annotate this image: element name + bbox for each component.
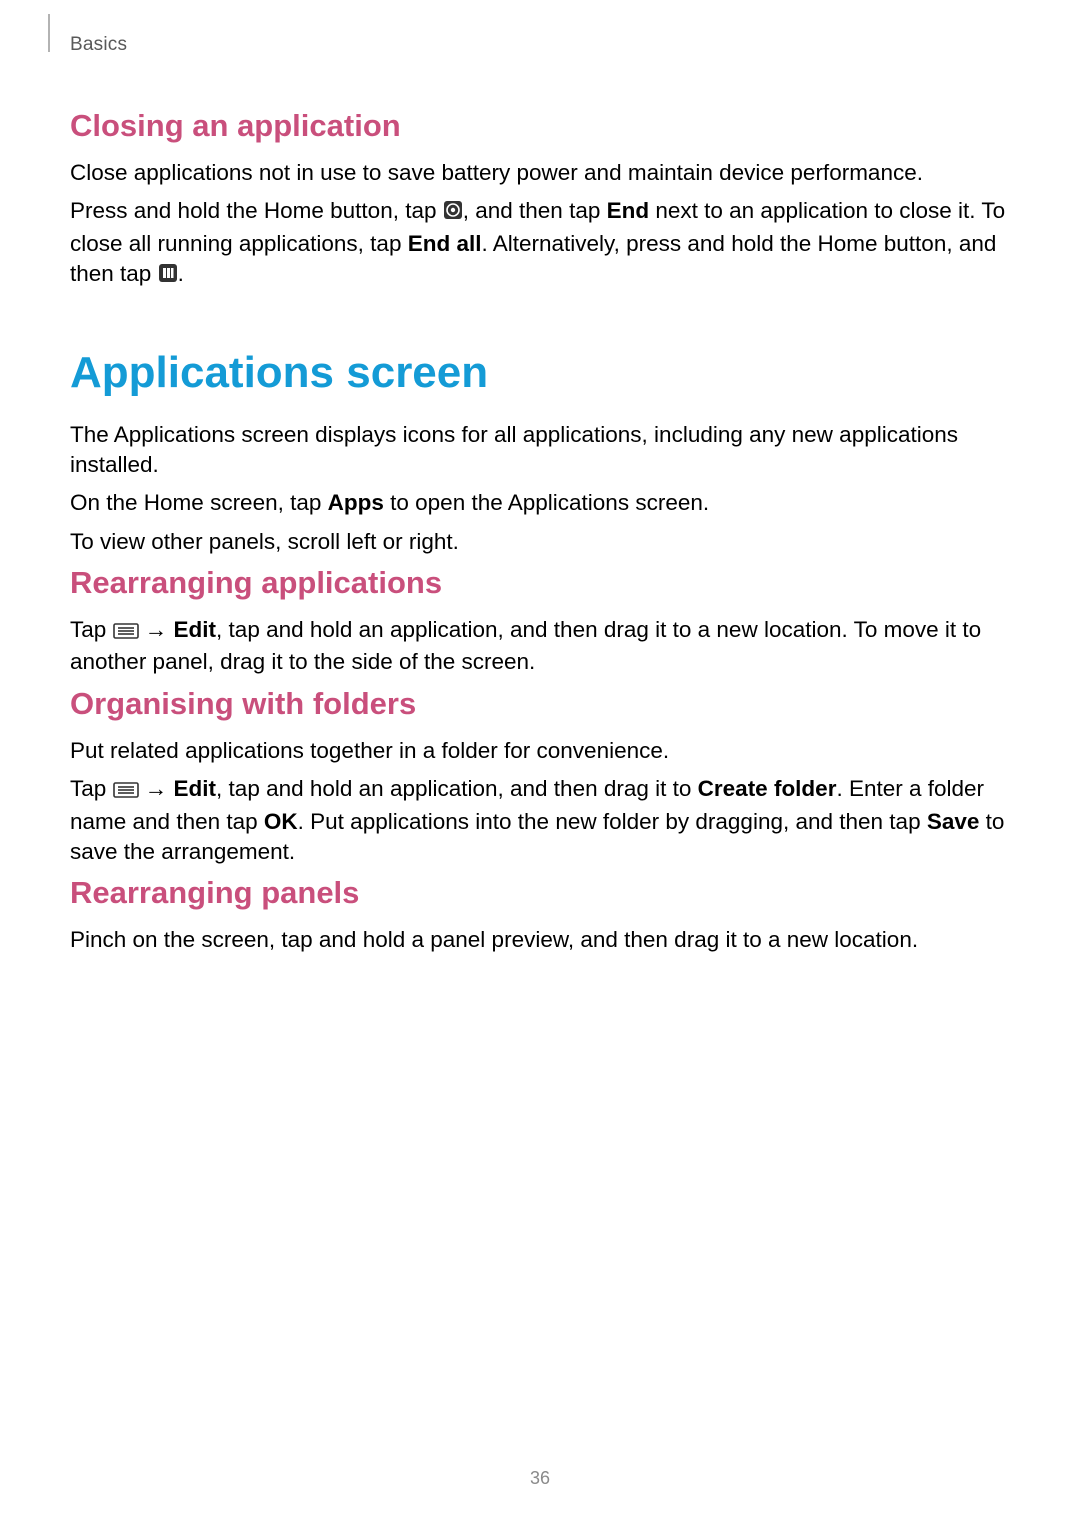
bold-apps: Apps — [328, 490, 384, 515]
bold-edit: Edit — [174, 776, 217, 801]
paragraph: The Applications screen displays icons f… — [70, 420, 1010, 481]
heading-organising-folders: Organising with folders — [70, 686, 1010, 722]
text: , and then tap — [463, 198, 607, 223]
close-all-icon — [158, 261, 178, 291]
text: On the Home screen, tap — [70, 490, 328, 515]
header-rule — [48, 14, 50, 52]
text: Tap — [70, 617, 113, 642]
paragraph: On the Home screen, tap Apps to open the… — [70, 488, 1010, 518]
bold-end-all: End all — [408, 231, 482, 256]
bold-end: End — [607, 198, 650, 223]
text: . Put applications into the new folder b… — [298, 809, 927, 834]
task-manager-icon — [443, 198, 463, 228]
text: Tap — [70, 776, 113, 801]
bold-ok: OK — [264, 809, 298, 834]
page-number: 36 — [0, 1468, 1080, 1489]
menu-icon — [113, 776, 139, 806]
heading-closing-application: Closing an application — [70, 108, 1010, 144]
text: to open the Applications screen. — [384, 490, 709, 515]
paragraph: Tap → Edit, tap and hold an application,… — [70, 615, 1010, 678]
bold-create-folder: Create folder — [698, 776, 837, 801]
heading-applications-screen: Applications screen — [70, 348, 1010, 398]
paragraph: To view other panels, scroll left or rig… — [70, 527, 1010, 557]
text: , tap and hold an application, and then … — [216, 776, 698, 801]
menu-icon — [113, 617, 139, 647]
arrow: → — [139, 776, 174, 801]
paragraph: Tap → Edit, tap and hold an application,… — [70, 774, 1010, 867]
heading-rearranging-applications: Rearranging applications — [70, 565, 1010, 601]
page-content: Closing an application Close application… — [70, 100, 1010, 964]
arrow: → — [139, 617, 174, 642]
bold-save: Save — [927, 809, 980, 834]
text: Press and hold the Home button, tap — [70, 198, 443, 223]
paragraph: Pinch on the screen, tap and hold a pane… — [70, 925, 1010, 955]
header-section-label: Basics — [70, 34, 127, 56]
paragraph: Press and hold the Home button, tap , an… — [70, 196, 1010, 291]
paragraph: Put related applications together in a f… — [70, 736, 1010, 766]
paragraph: Close applications not in use to save ba… — [70, 158, 1010, 188]
text: . — [178, 261, 184, 286]
bold-edit: Edit — [174, 617, 217, 642]
heading-rearranging-panels: Rearranging panels — [70, 875, 1010, 911]
